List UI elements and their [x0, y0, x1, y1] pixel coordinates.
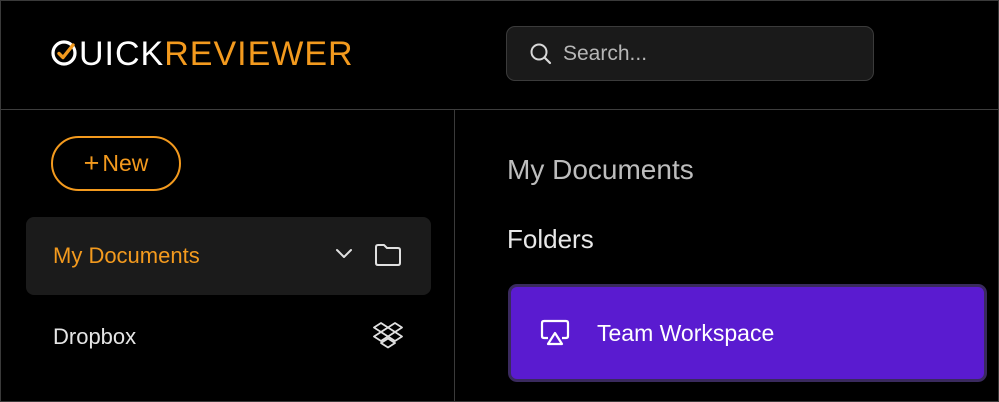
sidebar-item-label: My Documents — [53, 243, 200, 268]
logo-text-quick: UICK — [79, 35, 165, 73]
sidebar-item-my-documents[interactable]: My Documents — [26, 217, 431, 295]
page-title: My Documents — [507, 154, 694, 185]
sidebar: + New My Documents Dropbox — [1, 110, 455, 401]
new-button-label: New — [102, 150, 149, 176]
logo-q-mark — [50, 37, 78, 71]
folder-card-team-workspace[interactable]: Team Workspace — [508, 284, 987, 382]
folders-heading: Folders — [507, 224, 594, 254]
new-button[interactable]: + New — [51, 136, 181, 191]
logo-text-reviewer: REVIEWER — [164, 35, 354, 73]
sidebar-item-dropbox[interactable]: Dropbox — [26, 298, 431, 376]
search-input[interactable] — [561, 40, 855, 67]
folder-name: Team Workspace — [597, 319, 775, 346]
top-header: UICK REVIEWER — [1, 1, 998, 110]
plus-icon: + — [83, 148, 100, 178]
chevron-down-icon[interactable] — [334, 247, 354, 266]
shared-screen-icon — [539, 318, 571, 348]
search-icon — [529, 42, 553, 66]
app-window: UICKREVIEWER + New My Documents — [0, 0, 999, 402]
sidebar-item-label: Dropbox — [53, 324, 137, 349]
search-bar[interactable] — [506, 26, 874, 81]
folder-icon[interactable] — [374, 243, 402, 272]
app-logo[interactable]: UICK REVIEWER — [50, 37, 354, 71]
dropbox-icon — [372, 320, 404, 357]
main-content: My Documents Folders Team Workspace — [455, 110, 998, 401]
